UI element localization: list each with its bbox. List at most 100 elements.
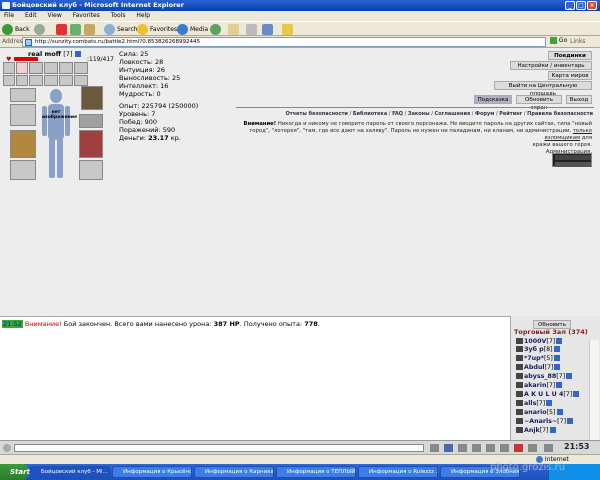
task-button[interactable]: Информация о Rulezzz ... <box>358 466 438 478</box>
user-chat-icon[interactable] <box>516 418 523 424</box>
info-icon[interactable] <box>566 373 573 379</box>
info-icon[interactable] <box>567 418 574 424</box>
favorites-button[interactable]: Favorites <box>137 23 177 36</box>
slot-shield[interactable] <box>79 130 103 158</box>
battles-button[interactable]: Поединки <box>548 51 592 60</box>
user-chat-icon[interactable] <box>516 409 523 415</box>
folder-button[interactable] <box>282 23 295 36</box>
user-row[interactable]: *7up*[5] <box>516 355 560 362</box>
info-icon[interactable] <box>556 409 563 415</box>
menu-tools[interactable]: Tools <box>111 12 126 19</box>
link-library[interactable]: Библиотека <box>353 111 387 117</box>
menu-view[interactable]: View <box>48 12 62 19</box>
address-input[interactable]: http://sunzity.combats.ru/battle2.html?0… <box>22 37 546 47</box>
chat-mode-icon[interactable] <box>3 444 11 452</box>
slot-item-6[interactable] <box>29 75 43 86</box>
user-row[interactable]: 1000V[7] <box>516 338 563 345</box>
task-button[interactable]: Информация о ТЕПЛЫЙ ... <box>276 466 356 478</box>
slot-boots[interactable] <box>79 160 103 180</box>
user-chat-icon[interactable] <box>516 373 523 379</box>
refresh-screen-button[interactable]: Обновить экран <box>516 95 562 111</box>
print-button[interactable] <box>246 23 259 36</box>
slot-item-7[interactable] <box>44 75 58 86</box>
menu-file[interactable]: File <box>4 12 14 19</box>
user-row[interactable]: abyss_88[7] <box>516 373 573 380</box>
user-chat-icon[interactable] <box>516 355 523 361</box>
user-row[interactable]: Abdul[7] <box>516 364 561 371</box>
slot-belt[interactable] <box>10 160 36 180</box>
minimize-button[interactable]: _ <box>565 1 575 10</box>
slot-helm[interactable] <box>29 62 43 74</box>
slot-armor[interactable] <box>10 130 36 158</box>
site-counter[interactable] <box>552 153 592 167</box>
link-forum[interactable]: Форум <box>475 111 494 117</box>
slot-item-2[interactable] <box>59 62 73 74</box>
map-button[interactable]: Карта миров <box>548 71 592 80</box>
user-row[interactable]: A K U L U 4[7] <box>516 391 580 398</box>
user-chat-icon[interactable] <box>516 364 523 370</box>
filter-icon[interactable] <box>458 444 467 452</box>
slot-item-9[interactable] <box>74 75 88 86</box>
translit-icon[interactable] <box>500 444 509 452</box>
back-button[interactable]: Back <box>2 23 30 36</box>
user-row[interactable]: Зуб р[8] <box>516 346 560 353</box>
info-icon[interactable] <box>74 51 81 57</box>
link-security-rules[interactable]: Правила безопасности <box>527 111 593 117</box>
slot-weapon-2[interactable] <box>10 104 36 126</box>
user-chat-icon[interactable] <box>516 382 523 388</box>
logout-button[interactable]: Выход <box>566 95 592 104</box>
slot-helmet[interactable] <box>81 86 103 110</box>
slot-item-1[interactable] <box>44 62 58 74</box>
edit-button[interactable] <box>262 23 275 36</box>
link-rating[interactable]: Рейтинг <box>499 111 522 117</box>
link-laws[interactable]: Законы <box>408 111 430 117</box>
sound-icon[interactable] <box>544 444 553 452</box>
search-button[interactable]: Search <box>104 23 138 36</box>
task-button[interactable]: Информация о Карника... <box>194 466 274 478</box>
slot-amulet[interactable] <box>16 62 28 74</box>
refresh-button[interactable] <box>70 23 83 36</box>
info-icon[interactable] <box>573 391 580 397</box>
user-chat-icon[interactable] <box>516 427 523 433</box>
user-row[interactable]: akarin[7] <box>516 382 563 389</box>
menu-favorites[interactable]: Favorites <box>73 12 100 19</box>
stop-button[interactable] <box>56 23 69 36</box>
slot-ring[interactable] <box>3 62 15 74</box>
info-icon[interactable] <box>556 338 563 344</box>
user-row[interactable]: Anjk[7] <box>516 427 556 434</box>
history-button[interactable] <box>210 23 223 36</box>
slot-item-4[interactable] <box>3 75 15 86</box>
close-button[interactable]: × <box>587 1 597 10</box>
link-agreements[interactable]: Соглашения <box>435 111 471 117</box>
slot-item-5[interactable] <box>16 75 28 86</box>
info-icon[interactable] <box>553 346 560 352</box>
slot-item-3[interactable] <box>74 62 88 74</box>
room-scrollbar[interactable] <box>589 340 599 440</box>
alert-icon[interactable] <box>514 444 523 452</box>
hint-button[interactable]: Подсказка <box>474 95 512 104</box>
info-icon[interactable] <box>549 427 556 433</box>
exit-square-button[interactable]: Выйти на Центральную площадь <box>494 81 592 97</box>
clear-icon[interactable] <box>472 444 481 452</box>
link-security-reports[interactable]: Отчеты безопасности <box>285 111 347 117</box>
links-button[interactable]: Links <box>570 38 585 45</box>
menu-edit[interactable]: Edit <box>25 12 37 19</box>
link-faq[interactable]: FAQ <box>392 111 403 117</box>
settings-icon[interactable] <box>486 444 495 452</box>
home-button[interactable] <box>84 23 97 36</box>
user-row[interactable]: anario[5] <box>516 409 563 416</box>
info-icon[interactable] <box>556 382 563 388</box>
user-row[interactable]: alls[7] <box>516 400 553 407</box>
chat-input[interactable] <box>14 444 424 452</box>
online-icon[interactable] <box>528 444 537 452</box>
forward-button[interactable] <box>34 23 47 36</box>
user-chat-icon[interactable] <box>516 338 523 344</box>
user-row[interactable]: ~Anarls~[7] <box>516 418 574 425</box>
user-chat-icon[interactable] <box>516 391 523 397</box>
chat-time[interactable]: 21:52 <box>2 320 23 328</box>
start-button[interactable]: Start <box>0 464 30 480</box>
task-button[interactable]: Информация о Крысёно... <box>112 466 192 478</box>
slot-gloves[interactable] <box>79 114 103 128</box>
smiles-icon[interactable] <box>430 444 439 452</box>
mail-button[interactable] <box>228 23 241 36</box>
